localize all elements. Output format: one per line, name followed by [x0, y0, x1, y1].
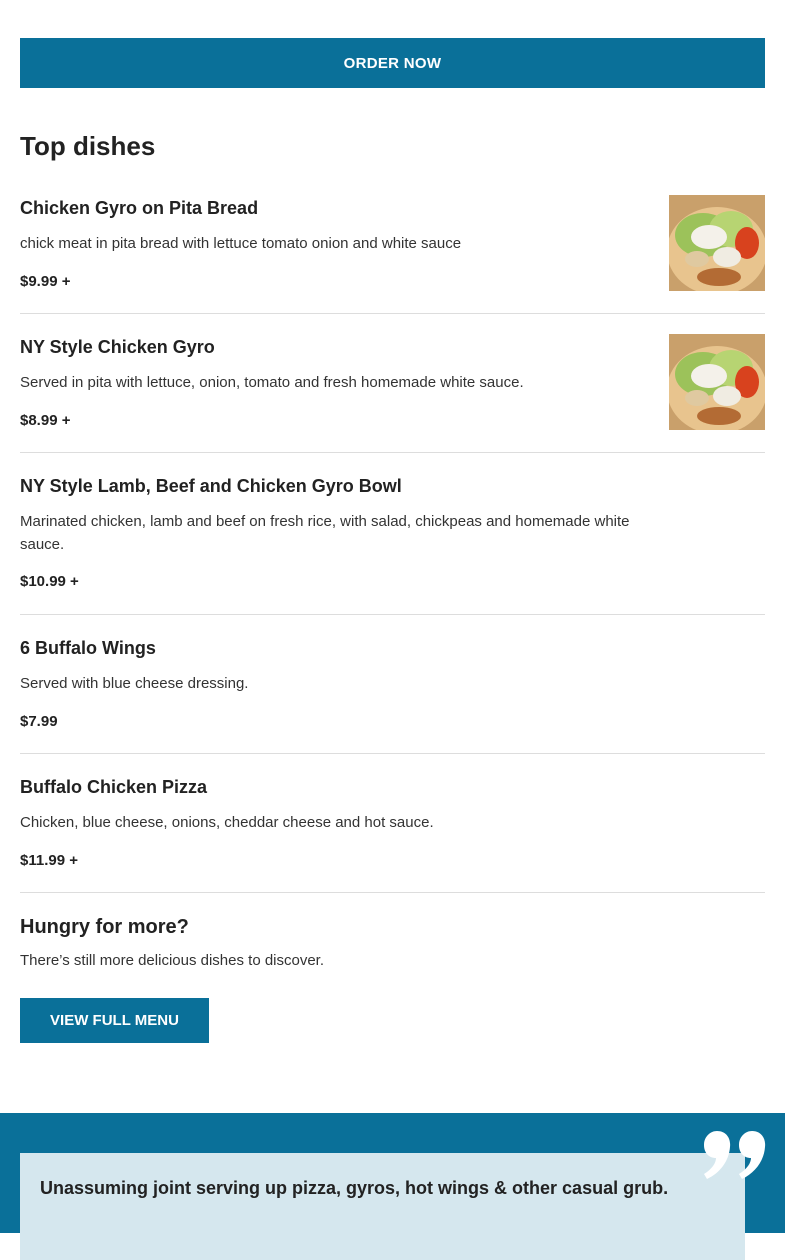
dish-description: Chicken, blue cheese, onions, cheddar ch…: [20, 814, 434, 831]
dish-description: Served with blue cheese dressing.: [20, 675, 249, 692]
dish-description: Marinated chicken, lamb and beef on fres…: [20, 513, 630, 553]
dish-price: $8.99 +: [20, 412, 71, 429]
dish-name[interactable]: NY Style Lamb, Beef and Chicken Gyro Bow…: [20, 476, 402, 497]
dish-name[interactable]: 6 Buffalo Wings: [20, 638, 156, 659]
dish-name[interactable]: Buffalo Chicken Pizza: [20, 777, 207, 798]
dish-item[interactable]: 6 Buffalo Wings Served with blue cheese …: [20, 615, 765, 754]
review-card: Unassuming joint serving up pizza, gyros…: [20, 1153, 745, 1260]
section-title-top-dishes: Top dishes: [20, 131, 156, 161]
dish-item[interactable]: NY Style Lamb, Beef and Chicken Gyro Bow…: [20, 453, 765, 615]
dish-item[interactable]: NY Style Chicken Gyro Served in pita wit…: [20, 314, 765, 453]
dish-image[interactable]: [669, 334, 765, 430]
dish-description: Served in pita with lettuce, onion, toma…: [20, 374, 524, 391]
more-text: There’s still more delicious dishes to d…: [20, 952, 325, 969]
dish-item[interactable]: Chicken Gyro on Pita Bread chick meat in…: [20, 175, 765, 314]
dish-item[interactable]: Buffalo Chicken Pizza Chicken, blue chee…: [20, 754, 765, 893]
review-text: Unassuming joint serving up pizza, gyros…: [40, 1178, 669, 1198]
dish-name[interactable]: Chicken Gyro on Pita Bread: [20, 198, 258, 219]
dish-price: $10.99 +: [20, 573, 79, 590]
dish-price: $7.99: [20, 713, 58, 730]
order-now-button[interactable]: ORDER NOW: [20, 38, 765, 88]
dish-list: Chicken Gyro on Pita Bread chick meat in…: [20, 175, 765, 893]
more-title: Hungry for more?: [20, 916, 189, 938]
view-full-menu-button[interactable]: VIEW FULL MENU: [20, 998, 209, 1043]
quote-icon: [703, 1129, 767, 1185]
dish-name[interactable]: NY Style Chicken Gyro: [20, 337, 215, 358]
dish-description: chick meat in pita bread with lettuce to…: [20, 235, 462, 252]
dish-price: $11.99 +: [20, 852, 78, 869]
dish-image[interactable]: [669, 195, 765, 291]
dish-price: $9.99 +: [20, 273, 71, 290]
